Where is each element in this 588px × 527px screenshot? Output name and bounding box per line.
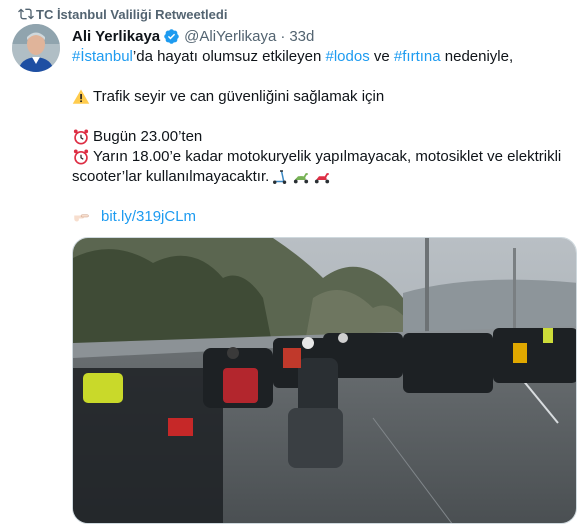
photo-motorcyclists-in-rain bbox=[73, 238, 576, 523]
author-handle[interactable]: @AliYerlikaya bbox=[184, 28, 276, 45]
tweet-text: #İstanbul ’da hayatı olumsuz etkileyen #… bbox=[72, 47, 572, 227]
retweet-text: TC İstanbul Valiliği Retweetledi bbox=[36, 6, 228, 22]
text-segment: Yarın 18.00’e kadar motokuryelik yapılma… bbox=[93, 148, 562, 165]
text-segment: ’da hayatı olumsuz etkileyen bbox=[132, 48, 326, 65]
retweet-context[interactable]: TC İstanbul Valiliği Retweetledi bbox=[18, 4, 228, 24]
retweet-icon bbox=[18, 8, 34, 20]
avatar-image bbox=[12, 24, 60, 72]
separator-dot: · bbox=[280, 27, 286, 45]
tweet-timestamp[interactable]: 33d bbox=[289, 28, 314, 45]
tweet-line-5: scooter’lar kullanılmayacaktır. bbox=[72, 167, 572, 187]
motor-scooter-icon bbox=[294, 173, 309, 184]
tweet-line-2: Trafik seyir ve can güvenliğini sağlamak… bbox=[72, 87, 572, 107]
tweet-line-1: #İstanbul ’da hayatı olumsuz etkileyen #… bbox=[72, 47, 572, 67]
hashtag-lodos[interactable]: #lodos bbox=[326, 47, 370, 67]
motor-scooter-icon bbox=[315, 173, 330, 184]
author-name[interactable]: Ali Yerlikaya bbox=[72, 28, 160, 45]
external-link[interactable]: bit.ly/319jCLm bbox=[101, 207, 196, 227]
text-segment: Bugün 23.00’ten bbox=[93, 128, 203, 145]
hashtag-istanbul[interactable]: #İstanbul bbox=[72, 47, 133, 67]
tweet-link-line: bit.ly/319jCLm bbox=[72, 207, 572, 227]
tweet-line-3: Bugün 23.00’ten bbox=[72, 127, 572, 147]
alarm-clock-icon bbox=[73, 129, 89, 145]
verified-badge-icon bbox=[164, 28, 179, 44]
avatar[interactable] bbox=[12, 24, 60, 72]
text-segment: scooter’lar kullanılmayacaktır. bbox=[72, 168, 270, 185]
warning-icon bbox=[72, 89, 90, 104]
alarm-clock-icon bbox=[73, 149, 89, 165]
kick-scooter-icon bbox=[273, 170, 287, 184]
hashtag-firtina[interactable]: #fırtına bbox=[394, 47, 441, 67]
backhand-index-pointing-right-icon bbox=[74, 214, 89, 222]
tweet-header: Ali Yerlikaya @AliYerlikaya · 33d bbox=[72, 26, 314, 46]
text-segment: Trafik seyir ve can güvenliğini sağlamak… bbox=[93, 88, 385, 105]
tweet-media-photo[interactable] bbox=[72, 237, 577, 524]
text-segment: nedeniyle, bbox=[440, 48, 514, 65]
text-segment: ve bbox=[369, 48, 394, 65]
tweet-line-4: Yarın 18.00’e kadar motokuryelik yapılma… bbox=[72, 147, 572, 167]
